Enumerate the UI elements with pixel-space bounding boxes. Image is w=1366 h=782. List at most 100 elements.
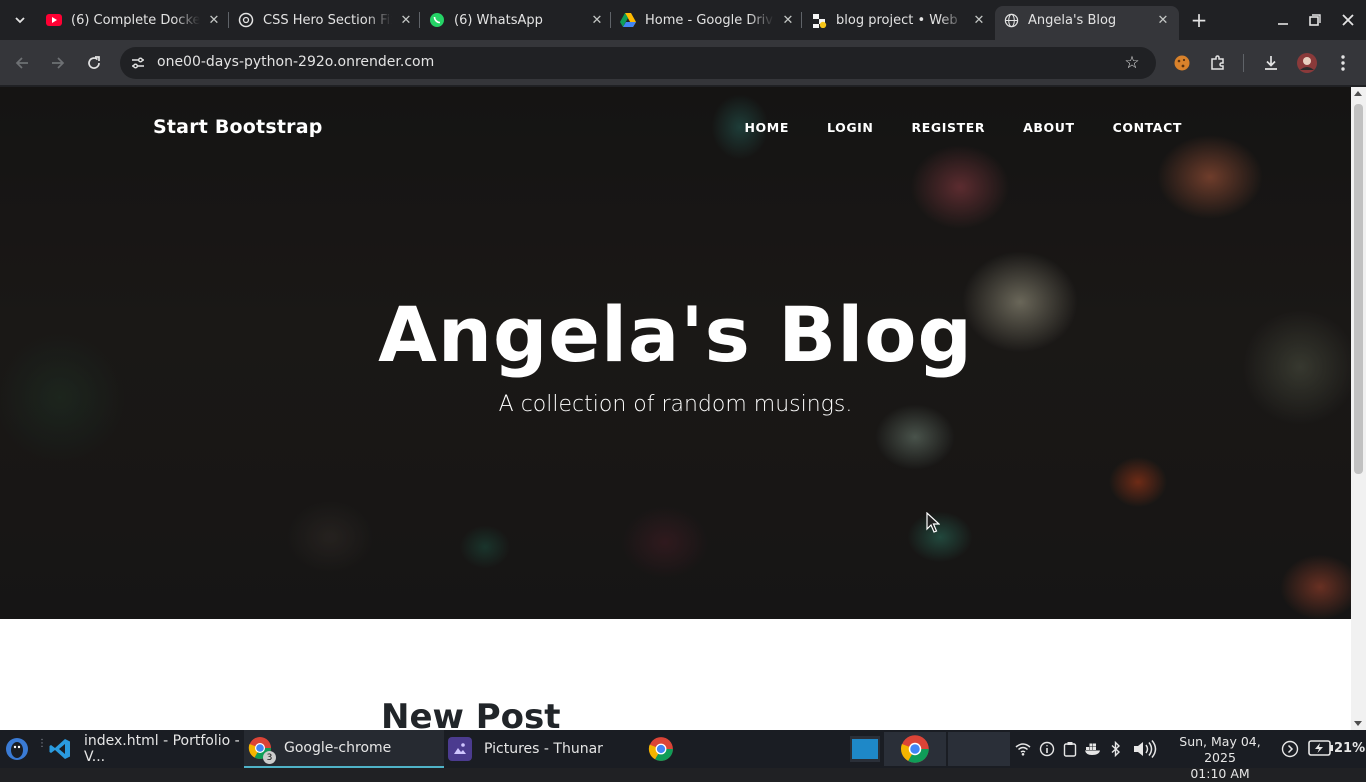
chevron-down-icon xyxy=(15,17,25,24)
tab-separator xyxy=(228,12,229,28)
tab-chatgpt[interactable]: CSS Hero Section Fix ✕ xyxy=(238,6,414,34)
chrome-icon xyxy=(648,737,673,761)
minimize-button[interactable] xyxy=(1271,8,1295,32)
close-icon[interactable]: ✕ xyxy=(780,12,796,28)
browser-toolbar: one00-days-python-292o.onrender.com ☆ xyxy=(0,40,1366,86)
tab-title: blog project • Web xyxy=(836,12,958,28)
google-drive-icon xyxy=(620,12,636,28)
tab-angelas-blog[interactable]: Angela's Blog ✕ xyxy=(995,6,1179,40)
clipboard-icon[interactable] xyxy=(1060,739,1080,759)
nav-register-link[interactable]: REGISTER xyxy=(912,120,986,135)
wifi-icon[interactable] xyxy=(1013,739,1033,759)
info-icon[interactable] xyxy=(1037,739,1057,759)
arrow-right-icon xyxy=(52,57,65,69)
workspace-1[interactable] xyxy=(850,736,880,762)
hero-section: Start Bootstrap HOME LOGIN REGISTER ABOU… xyxy=(0,87,1351,619)
page-scrollbar[interactable] xyxy=(1351,87,1366,730)
bluetooth-icon[interactable] xyxy=(1106,739,1126,759)
reload-button[interactable] xyxy=(82,51,106,75)
nav-about-link[interactable]: ABOUT xyxy=(1023,120,1075,135)
new-tab-button[interactable]: + xyxy=(1188,8,1210,32)
window-count-badge: 3 xyxy=(263,751,276,764)
site-info-icon[interactable] xyxy=(128,53,148,73)
scroll-down-arrow-icon[interactable] xyxy=(1354,721,1362,726)
tab-title: (6) WhatsApp xyxy=(454,12,543,28)
taskbar-app-thunar[interactable]: Pictures - Thunar xyxy=(448,730,644,768)
post-heading: New Post xyxy=(381,697,561,730)
scroll-up-arrow-icon[interactable] xyxy=(1354,91,1362,96)
tab-title: Home - Google Drive xyxy=(645,12,774,28)
main-nav: HOME LOGIN REGISTER ABOUT CONTACT xyxy=(707,120,1183,135)
clock-time: 01:10 AM xyxy=(1190,766,1250,781)
chrome-icon: 3 xyxy=(248,736,276,764)
url-text[interactable]: one00-days-python-292o.onrender.com xyxy=(157,54,434,70)
bookmark-star-icon[interactable]: ☆ xyxy=(1122,53,1142,73)
tab-separator xyxy=(419,12,420,28)
tab-separator xyxy=(801,12,802,28)
youtube-icon xyxy=(46,12,62,28)
close-icon xyxy=(1342,14,1354,26)
tab-title: Angela's Blog xyxy=(1028,12,1117,28)
taskbar-app-vscode[interactable]: index.html - Portfolio - V... xyxy=(48,730,244,768)
os-taskbar: ⋮ index.html - Portfolio - V... 3 Google… xyxy=(0,730,1366,781)
tab-search-button[interactable] xyxy=(6,7,34,33)
thunar-icon xyxy=(448,737,472,761)
system-clock[interactable]: Sun, May 04, 2025 01:10 AM xyxy=(1165,734,1275,782)
close-icon[interactable]: ✕ xyxy=(971,12,987,28)
app-menu-icon xyxy=(6,738,28,760)
workspace-2[interactable] xyxy=(884,732,946,766)
battery-charging-icon xyxy=(1308,740,1333,756)
tab-title: (6) Complete Docker xyxy=(71,12,200,28)
arrow-left-icon xyxy=(15,57,28,69)
nav-login-link[interactable]: LOGIN xyxy=(827,120,874,135)
chrome-icon xyxy=(901,735,929,763)
tab-google-drive[interactable]: Home - Google Drive ✕ xyxy=(620,6,796,34)
profile-avatar[interactable] xyxy=(1296,52,1318,74)
tab-strip: (6) Complete Docker ✕ CSS Hero Section F… xyxy=(0,0,1366,40)
reload-icon xyxy=(88,56,100,69)
toolbar-divider xyxy=(1243,54,1244,72)
downloads-icon[interactable] xyxy=(1260,52,1282,74)
back-button[interactable] xyxy=(10,51,34,75)
tab-youtube[interactable]: (6) Complete Docker ✕ xyxy=(46,6,222,34)
taskbar-handle: ⋮ xyxy=(37,738,47,749)
scrollbar-thumb[interactable] xyxy=(1354,104,1363,474)
extension-cookie-icon[interactable] xyxy=(1171,52,1193,74)
hero-subtitle: A collection of random musings. xyxy=(498,392,853,417)
vscode-icon xyxy=(48,737,72,761)
extensions-puzzle-icon[interactable] xyxy=(1207,52,1229,74)
taskbar-app-label: index.html - Portfolio - V... xyxy=(84,733,240,765)
start-menu-button[interactable] xyxy=(4,730,30,768)
arrow-right-circle-icon[interactable] xyxy=(1280,739,1300,759)
minimize-icon xyxy=(1278,23,1288,25)
page-viewport: Start Bootstrap HOME LOGIN REGISTER ABOU… xyxy=(0,87,1351,730)
taskbar-app-chrome[interactable]: 3 Google-chrome xyxy=(244,730,444,768)
tab-whatsapp[interactable]: (6) WhatsApp ✕ xyxy=(429,6,605,34)
volume-icon[interactable] xyxy=(1130,739,1160,759)
close-window-button[interactable] xyxy=(1336,8,1360,32)
close-icon[interactable]: ✕ xyxy=(1155,12,1171,28)
taskbar-app-label: Pictures - Thunar xyxy=(484,741,603,757)
nav-home-link[interactable]: HOME xyxy=(745,120,789,135)
tab-title: CSS Hero Section Fix xyxy=(263,12,392,28)
docker-icon[interactable] xyxy=(1083,739,1103,759)
nav-contact-link[interactable]: CONTACT xyxy=(1113,120,1182,135)
workspace-3[interactable] xyxy=(948,732,1010,766)
forward-button[interactable] xyxy=(46,51,70,75)
menu-kebab-icon[interactable] xyxy=(1332,52,1354,74)
taskbar-launcher-chrome[interactable] xyxy=(648,730,674,768)
plus-icon: + xyxy=(1190,8,1208,32)
replit-icon xyxy=(811,12,827,28)
close-icon[interactable]: ✕ xyxy=(589,12,605,28)
restore-icon xyxy=(1309,14,1321,26)
close-icon[interactable]: ✕ xyxy=(398,12,414,28)
maximize-button[interactable] xyxy=(1303,8,1327,32)
navbar-brand[interactable]: Start Bootstrap xyxy=(153,116,323,138)
globe-icon xyxy=(1003,12,1019,28)
close-icon[interactable]: ✕ xyxy=(206,12,222,28)
workspace-preview xyxy=(852,739,878,759)
battery-indicator[interactable]: 21% xyxy=(1308,739,1365,757)
address-bar[interactable]: one00-days-python-292o.onrender.com ☆ xyxy=(120,47,1156,79)
tab-replit[interactable]: blog project • Web ✕ xyxy=(811,6,987,34)
tab-separator xyxy=(610,12,611,28)
